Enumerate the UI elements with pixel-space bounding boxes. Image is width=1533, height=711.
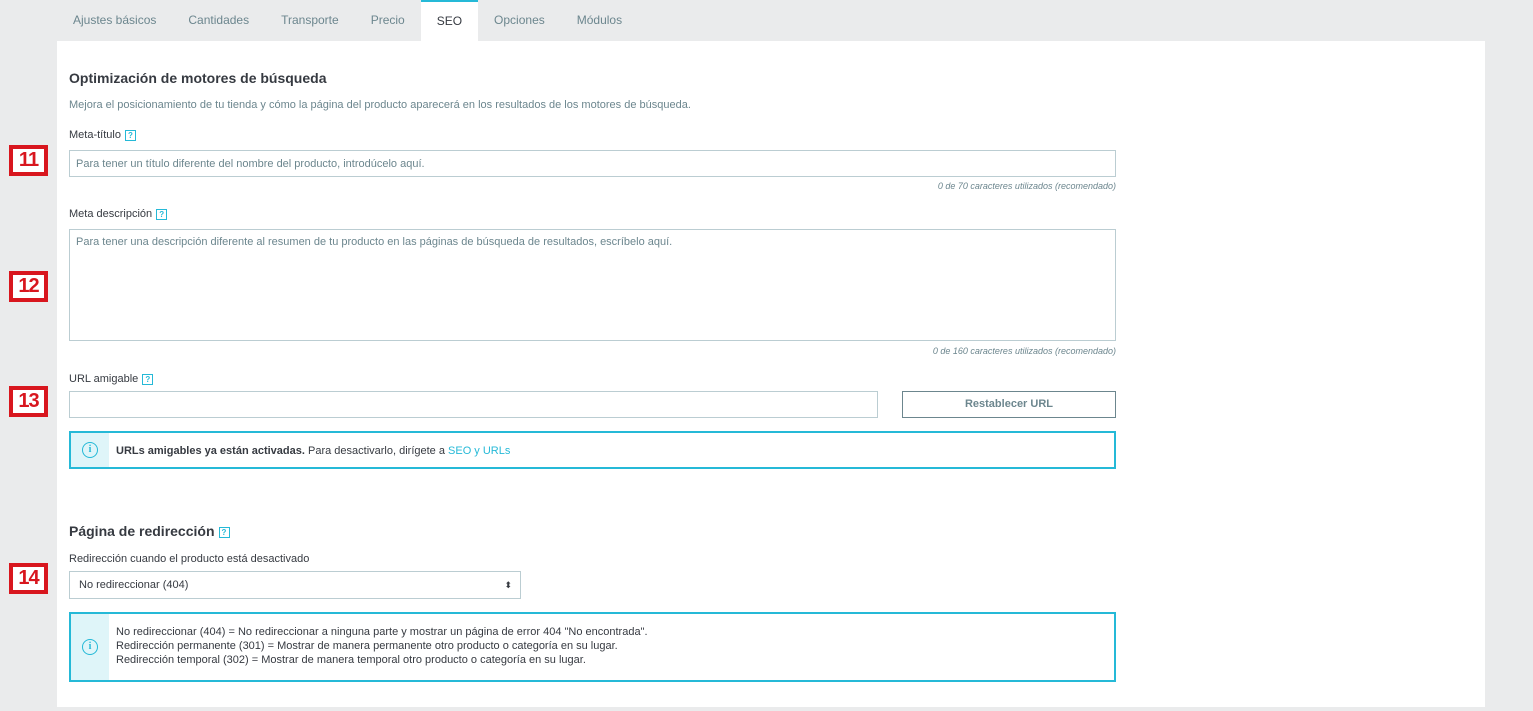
tab-bar: Ajustes básicos Cantidades Transporte Pr… — [57, 0, 638, 41]
reset-url-button[interactable]: Restablecer URL — [902, 391, 1116, 418]
marker-label: 12 — [13, 275, 44, 298]
redirect-selected-value: No redireccionar (404) — [79, 579, 189, 591]
marker-14: 14 — [9, 563, 48, 594]
tab-ajustes-basicos[interactable]: Ajustes básicos — [57, 0, 172, 41]
seo-panel — [57, 41, 1485, 707]
marker-11: 11 — [9, 145, 48, 176]
tab-modulos[interactable]: Módulos — [561, 0, 638, 41]
meta-title-label: Meta-título — [69, 129, 121, 141]
url-label-row: URL amigable? — [69, 373, 154, 385]
info-icon: i — [82, 442, 98, 458]
caret-updown-icon: ⬍ — [504, 580, 512, 590]
meta-desc-textarea[interactable] — [69, 229, 1116, 341]
meta-desc-counter: 0 de 160 caracteres utilizados (recomend… — [932, 346, 1116, 356]
help-icon[interactable]: ? — [156, 208, 168, 220]
tab-precio[interactable]: Precio — [355, 0, 421, 41]
seo-title: Optimización de motores de búsqueda — [69, 70, 327, 86]
tab-opciones[interactable]: Opciones — [478, 0, 561, 41]
meta-title-input[interactable] — [69, 150, 1116, 177]
seo-urls-link[interactable]: SEO y URLs — [448, 445, 510, 457]
redirect-info-alert: i No redireccionar (404) = No redireccio… — [69, 612, 1116, 682]
meta-desc-label-row: Meta descripción? — [69, 208, 168, 220]
marker-label: 13 — [13, 390, 44, 413]
tab-cantidades[interactable]: Cantidades — [172, 0, 265, 41]
url-alert-message: Para desactivarlo, dirígete a — [304, 445, 449, 457]
info-icon: i — [82, 639, 98, 655]
meta-title-counter: 0 de 70 caracteres utilizados (recomenda… — [937, 181, 1116, 191]
marker-label: 11 — [13, 149, 44, 172]
url-alert-text: URLs amigables ya están activadas. Para … — [116, 444, 510, 458]
help-icon[interactable]: ? — [142, 373, 154, 385]
marker-13: 13 — [9, 386, 48, 417]
url-alert-bold: URLs amigables ya están activadas. — [116, 445, 305, 457]
meta-title-label-row: Meta-título? — [69, 129, 136, 141]
friendly-url-input[interactable] — [69, 391, 878, 418]
redirect-title: Página de redirección — [69, 523, 215, 539]
redirect-select[interactable]: No redireccionar (404) ⬍ — [69, 571, 521, 599]
meta-desc-label: Meta descripción — [69, 208, 153, 220]
tab-seo[interactable]: SEO — [420, 0, 479, 41]
redirect-info-line: Redirección temporal (302) = Mostrar de … — [116, 654, 586, 666]
seo-subtitle: Mejora el posicionamiento de tu tienda y… — [69, 99, 691, 111]
redirect-info-line: No redireccionar (404) = No redirecciona… — [116, 626, 648, 638]
url-info-alert: i URLs amigables ya están activadas. Par… — [69, 431, 1116, 469]
help-icon[interactable]: ? — [218, 526, 230, 538]
marker-12: 12 — [9, 271, 48, 302]
redirect-label: Redirección cuando el producto está desa… — [69, 553, 310, 565]
redirect-info-line: Redirección permanente (301) = Mostrar d… — [116, 640, 618, 652]
tab-transporte[interactable]: Transporte — [265, 0, 355, 41]
redirect-title-row: Página de redirección? — [69, 523, 230, 539]
redirect-info-text: No redireccionar (404) = No redirecciona… — [116, 625, 648, 667]
marker-label: 14 — [13, 567, 44, 590]
url-label: URL amigable — [69, 373, 139, 385]
help-icon[interactable]: ? — [124, 129, 136, 141]
